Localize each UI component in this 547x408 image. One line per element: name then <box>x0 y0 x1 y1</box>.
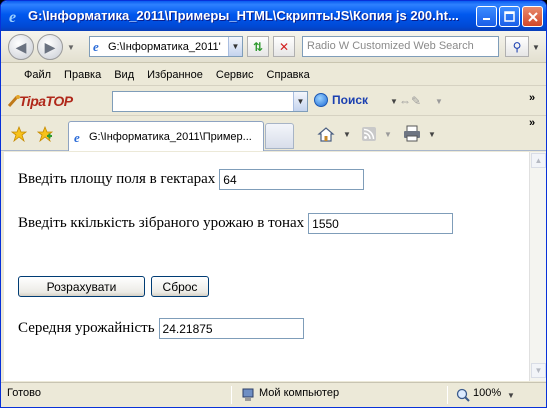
page-content: Введіть площу поля в гектарах Введіть кк… <box>4 152 529 381</box>
address-text: G:\Інформатика_2011' <box>108 40 221 53</box>
status-bar: Готово Мой компьютер 100% ▼ <box>1 382 546 407</box>
tab-row: e G:\Інформатика_2011\Пример... ▼ ▼ ▼ » <box>1 116 546 151</box>
print-icon[interactable] <box>403 125 421 142</box>
area-label: Введіть площу поля в гектарах <box>18 171 216 187</box>
close-button[interactable] <box>522 6 543 27</box>
command-bar-chevron-icon[interactable]: » <box>529 117 535 129</box>
add-favorite-icon[interactable] <box>37 126 53 142</box>
web-search-input[interactable]: Radio W Customized Web Search <box>302 36 499 57</box>
home-dropdown-icon[interactable]: ▼ <box>343 130 351 139</box>
home-icon[interactable] <box>317 126 335 142</box>
feeds-dropdown-icon[interactable]: ▼ <box>384 130 392 139</box>
harvest-label: Введіть ккількість зібраного урожаю в то… <box>18 215 305 231</box>
security-zone: Мой компьютер <box>259 387 340 399</box>
close-icon <box>527 11 538 22</box>
poisk-dropdown-icon[interactable]: ▼ <box>390 97 398 106</box>
search-icon: ⚲ <box>512 39 522 54</box>
tiptop-search-input[interactable]: ▼ <box>112 91 308 112</box>
maximize-icon <box>504 11 515 22</box>
stop-button[interactable]: ✕ <box>273 36 295 57</box>
harvest-row: Введіть ккількість зібраного урожаю в то… <box>18 213 454 234</box>
calculate-button[interactable]: Розрахувати <box>18 276 145 297</box>
new-tab-button[interactable] <box>265 123 294 149</box>
scroll-down-icon[interactable]: ▼ <box>531 363 546 378</box>
menu-file[interactable]: Файл <box>24 69 51 81</box>
search-go-button[interactable]: ⚲ <box>505 36 529 57</box>
favorites-star-icon[interactable] <box>11 126 27 142</box>
menu-edit[interactable]: Правка <box>64 69 101 81</box>
back-button[interactable]: ◀ <box>8 34 34 60</box>
history-dropdown-icon[interactable]: ▼ <box>67 43 75 52</box>
ie-icon: e <box>9 9 16 24</box>
toolbar-chevron-icon[interactable]: » <box>529 92 535 104</box>
poisk-label: Поиск <box>332 93 369 107</box>
vertical-scrollbar[interactable]: ▲ ▼ <box>529 152 546 381</box>
browser-window: e G:\Інформатика_2011\Примеры_HTML\Скрип… <box>0 0 547 408</box>
stop-icon: ✕ <box>278 39 290 54</box>
arrow-right-icon: ▶ <box>44 38 56 55</box>
computer-icon <box>242 388 254 401</box>
result-output[interactable] <box>158 318 304 339</box>
refresh-icon: ⇅ <box>252 39 264 54</box>
refresh-button[interactable]: ⇅ <box>247 36 269 57</box>
combo-dropdown-icon[interactable]: ▼ <box>293 92 307 111</box>
minimize-button[interactable] <box>476 6 497 27</box>
zoom-icon[interactable] <box>456 388 470 402</box>
menu-view[interactable]: Вид <box>114 69 134 81</box>
rss-feeds-icon[interactable] <box>361 126 377 142</box>
svg-text:e: e <box>74 130 80 144</box>
globe-icon <box>314 93 328 107</box>
harvest-input[interactable] <box>308 213 454 234</box>
menu-bar: Файл Правка Вид Избранное Сервис Справка <box>1 64 546 86</box>
maximize-button[interactable] <box>499 6 520 27</box>
status-divider <box>447 386 448 404</box>
scroll-up-icon[interactable]: ▲ <box>531 153 546 168</box>
search-options-icon[interactable]: ▼ <box>532 43 540 52</box>
area-row: Введіть площу поля в гектарах <box>18 169 365 190</box>
area-input[interactable] <box>219 169 365 190</box>
navigation-bar: ◀ ▶ ▼ e G:\Інформатика_2011' ▼ ⇅ ✕ Radio… <box>1 31 546 63</box>
highlight-icon[interactable]: ⇔✎ <box>399 94 421 108</box>
menu-tools[interactable]: Сервис <box>216 69 254 81</box>
status-text: Готово <box>7 387 41 399</box>
address-bar[interactable]: e G:\Інформатика_2011' ▼ <box>89 36 243 57</box>
tab-current-page[interactable]: e G:\Інформатика_2011\Пример... <box>68 121 264 151</box>
minimize-icon <box>483 18 490 20</box>
window-title: G:\Інформатика_2011\Примеры_HTML\Скрипты… <box>28 8 459 23</box>
address-dropdown-icon[interactable]: ▼ <box>228 37 242 56</box>
menu-help[interactable]: Справка <box>267 69 310 81</box>
page-icon: e <box>93 39 99 53</box>
forward-button[interactable]: ▶ <box>37 34 63 60</box>
svg-text:e: e <box>93 39 99 53</box>
status-divider <box>231 386 232 404</box>
menu-favorites[interactable]: Избранное <box>147 69 203 81</box>
highlight-dropdown-icon[interactable]: ▼ <box>435 97 443 106</box>
svg-text:e: e <box>9 9 16 24</box>
tab-page-icon: e <box>74 130 80 144</box>
result-label: Середня урожайність <box>18 320 155 336</box>
tab-label: G:\Інформатика_2011\Пример... <box>89 130 252 143</box>
title-bar[interactable]: e G:\Інформатика_2011\Примеры_HTML\Скрип… <box>1 1 546 31</box>
poisk-button[interactable]: Поиск <box>314 93 368 107</box>
tiptop-toolbar: TipaTOP ▼ Поиск ▼ ⇔✎ ▼ » <box>1 86 546 116</box>
zoom-dropdown-icon[interactable]: ▼ <box>507 391 515 400</box>
zoom-level[interactable]: 100% <box>473 387 501 399</box>
arrow-left-icon: ◀ <box>15 38 27 55</box>
tiptop-logo[interactable]: TipaTOP <box>19 93 73 109</box>
result-row: Середня урожайність <box>18 318 304 339</box>
print-dropdown-icon[interactable]: ▼ <box>428 130 436 139</box>
reset-button[interactable]: Сброс <box>151 276 209 297</box>
